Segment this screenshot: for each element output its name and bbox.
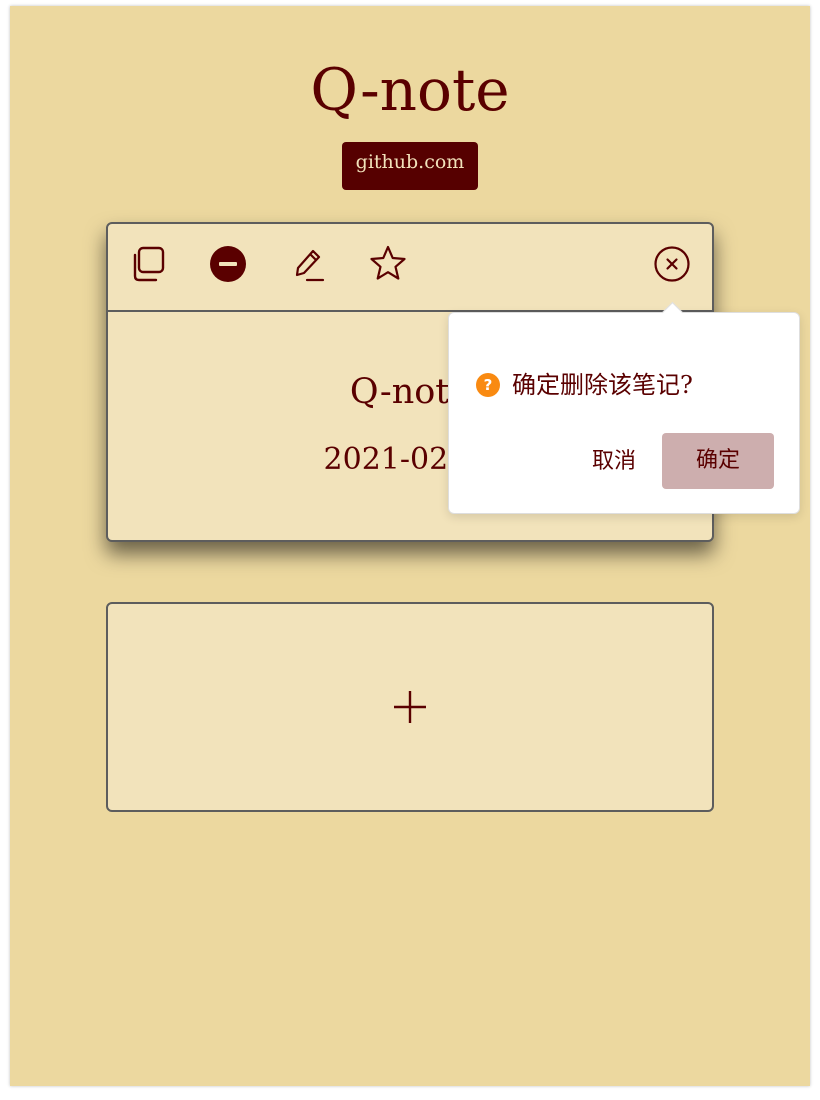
github-link[interactable]: github.com [342, 142, 478, 190]
cancel-button[interactable]: 取消 [581, 433, 647, 489]
add-note-button[interactable] [106, 602, 714, 812]
app-frame: Q-note github.com Q-note 2021-02-20 [10, 6, 810, 1086]
delete-confirm-popover: ? 确定删除该笔记? 取消 确定 [448, 301, 800, 514]
copy-icon[interactable] [128, 244, 168, 284]
confirm-button[interactable]: 确定 [662, 433, 774, 489]
popover-message: 确定删除该笔记? [512, 371, 693, 399]
star-icon[interactable] [368, 244, 408, 284]
plus-icon [394, 691, 426, 723]
pencil-icon[interactable] [288, 244, 328, 284]
question-circle-icon: ? [476, 373, 500, 397]
close-circle-icon[interactable] [652, 244, 692, 284]
minus-circle-icon [210, 246, 246, 282]
note-toolbar [108, 224, 712, 312]
app-title: Q-note [310, 56, 510, 124]
delete-button[interactable] [208, 244, 248, 284]
